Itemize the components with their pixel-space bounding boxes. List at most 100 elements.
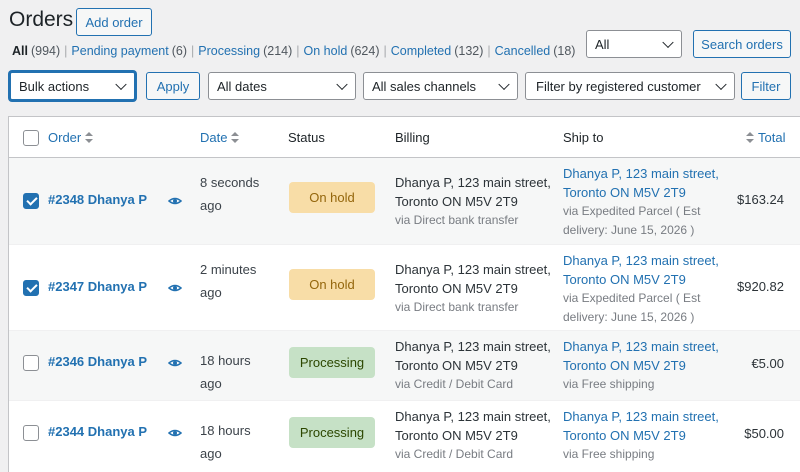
row-checkbox[interactable] xyxy=(23,355,39,371)
apply-button[interactable]: Apply xyxy=(146,72,200,100)
view-link[interactable]: On hold xyxy=(304,44,348,58)
page-title: Orders xyxy=(9,8,74,31)
ship-address-link[interactable]: Dhanya P, 123 main street, xyxy=(563,407,723,426)
table-header: Order Date Status Billing Ship to Total xyxy=(9,117,800,158)
chevron-down-icon xyxy=(115,78,127,91)
table-row[interactable]: #2347 Dhanya P 2 minutes ago On hold Dha… xyxy=(9,244,800,330)
view-count: (18) xyxy=(553,44,576,58)
column-order[interactable]: Order xyxy=(48,130,94,145)
preview-eye-icon[interactable] xyxy=(168,359,182,367)
view-link[interactable]: Cancelled xyxy=(495,44,551,58)
order-total: €5.00 xyxy=(751,356,784,371)
order-date: 2 minutes ago xyxy=(200,262,257,300)
order-date: 8 seconds ago xyxy=(200,175,260,213)
preview-eye-icon[interactable] xyxy=(168,284,182,292)
ship-address-link[interactable]: Dhanya P, 123 main street, xyxy=(563,251,723,270)
billing-address: Dhanya P, 123 main street, Toronto ON M5… xyxy=(395,337,555,394)
add-order-button[interactable]: Add order xyxy=(76,8,152,36)
column-total-label: Total xyxy=(758,130,786,145)
table-row[interactable]: #2346 Dhanya P 18 hours ago Processing D… xyxy=(9,330,800,400)
status-badge: Processing xyxy=(289,417,375,448)
billing-address: Dhanya P, 123 main street, Toronto ON M5… xyxy=(395,407,555,464)
billing-line: Dhanya P, 123 main street, xyxy=(395,175,551,190)
billing-line: Dhanya P, 123 main street, xyxy=(395,262,551,277)
billing-line: Toronto ON M5V 2T9 xyxy=(395,194,518,209)
ship-to-address: Dhanya P, 123 main street, Toronto ON M5… xyxy=(563,337,723,394)
preview-eye-icon[interactable] xyxy=(168,197,182,205)
views-separator: | xyxy=(487,44,491,58)
status-badge: On hold xyxy=(289,269,375,300)
filter-button[interactable]: Filter xyxy=(741,72,791,100)
row-checkbox[interactable] xyxy=(23,425,39,441)
view-count: (624) xyxy=(350,44,380,58)
view-link[interactable]: Completed xyxy=(391,44,451,58)
sort-icon xyxy=(231,132,240,143)
customer-filter-value: Filter by registered customer xyxy=(536,78,701,94)
preview-eye-icon[interactable] xyxy=(168,429,182,437)
sales-channels-value: All sales channels xyxy=(372,78,477,94)
view-count: (6) xyxy=(171,44,187,58)
billing-method: via Credit / Debit Card xyxy=(395,377,514,391)
view-link[interactable]: All xyxy=(12,44,28,58)
view-count: (994) xyxy=(30,44,61,58)
table-row[interactable]: #2344 Dhanya P 18 hours ago Processing D… xyxy=(9,400,800,470)
chevron-down-icon xyxy=(336,78,348,91)
billing-line: Dhanya P, 123 main street, xyxy=(395,409,551,424)
sales-channels-select[interactable]: All sales channels xyxy=(363,72,518,100)
order-link[interactable]: #2347 Dhanya P xyxy=(48,279,147,294)
ship-address-link[interactable]: Toronto ON M5V 2T9 xyxy=(563,356,723,375)
order-link[interactable]: #2344 Dhanya P xyxy=(48,424,147,439)
search-orders-button[interactable]: Search orders xyxy=(693,30,791,58)
column-ship-to: Ship to xyxy=(563,130,604,145)
bulk-actions-value: Bulk actions xyxy=(19,78,90,94)
ship-address-link[interactable]: Dhanya P, 123 main street, xyxy=(563,164,723,183)
billing-address: Dhanya P, 123 main street, Toronto ON M5… xyxy=(395,260,555,317)
ship-address-link[interactable]: Toronto ON M5V 2T9 xyxy=(563,183,723,202)
billing-line: Dhanya P, 123 main street, xyxy=(395,339,551,354)
status-views: All (994) | Pending payment (6) | Processing (2… xyxy=(12,44,575,58)
billing-method: via Direct bank transfer xyxy=(395,213,519,227)
column-date[interactable]: Date xyxy=(200,130,240,145)
order-link[interactable]: #2346 Dhanya P xyxy=(48,354,147,369)
views-separator: | xyxy=(64,44,68,58)
order-total: $920.82 xyxy=(737,279,784,294)
order-date: 18 hours ago xyxy=(200,423,251,461)
billing-line: Toronto ON M5V 2T9 xyxy=(395,358,518,373)
view-link[interactable]: Pending payment xyxy=(71,44,168,58)
order-date: 18 hours ago xyxy=(200,353,251,391)
dates-select[interactable]: All dates xyxy=(208,72,356,100)
bulk-actions-select[interactable]: Bulk actions xyxy=(9,71,136,101)
column-status: Status xyxy=(288,130,325,145)
column-total[interactable]: Total xyxy=(746,130,785,145)
status-select[interactable]: All xyxy=(586,30,682,58)
order-total: $163.24 xyxy=(737,192,784,207)
row-checkbox[interactable] xyxy=(23,280,39,296)
billing-line: Toronto ON M5V 2T9 xyxy=(395,428,518,443)
views-separator: | xyxy=(191,44,195,58)
sort-icon xyxy=(746,132,755,143)
ship-address-link[interactable]: Toronto ON M5V 2T9 xyxy=(563,426,723,445)
shipping-method: via Expedited Parcel ( Est delivery: Jun… xyxy=(563,204,701,237)
views-separator: | xyxy=(383,44,387,58)
billing-line: Toronto ON M5V 2T9 xyxy=(395,281,518,296)
order-link[interactable]: #2348 Dhanya P xyxy=(48,192,147,207)
billing-method: via Credit / Debit Card xyxy=(395,447,514,461)
ship-address-link[interactable]: Toronto ON M5V 2T9 xyxy=(563,270,723,289)
ship-address-link[interactable]: Dhanya P, 123 main street, xyxy=(563,337,723,356)
chevron-down-icon xyxy=(498,78,510,91)
column-billing: Billing xyxy=(395,130,430,145)
status-badge: Processing xyxy=(289,347,375,378)
table-row[interactable]: #2348 Dhanya P 8 seconds ago On hold Dha… xyxy=(9,158,800,244)
dates-select-value: All dates xyxy=(217,78,267,94)
status-badge: On hold xyxy=(289,182,375,213)
view-count: (132) xyxy=(454,44,484,58)
row-checkbox[interactable] xyxy=(23,193,39,209)
view-link[interactable]: Processing xyxy=(198,44,260,58)
customer-filter-select[interactable]: Filter by registered customer xyxy=(525,72,735,100)
status-select-value: All xyxy=(595,36,610,52)
views-separator: | xyxy=(296,44,300,58)
select-all-checkbox[interactable] xyxy=(23,130,39,146)
order-total: $50.00 xyxy=(744,426,784,441)
column-date-label: Date xyxy=(200,130,228,145)
ship-to-address: Dhanya P, 123 main street, Toronto ON M5… xyxy=(563,251,723,327)
